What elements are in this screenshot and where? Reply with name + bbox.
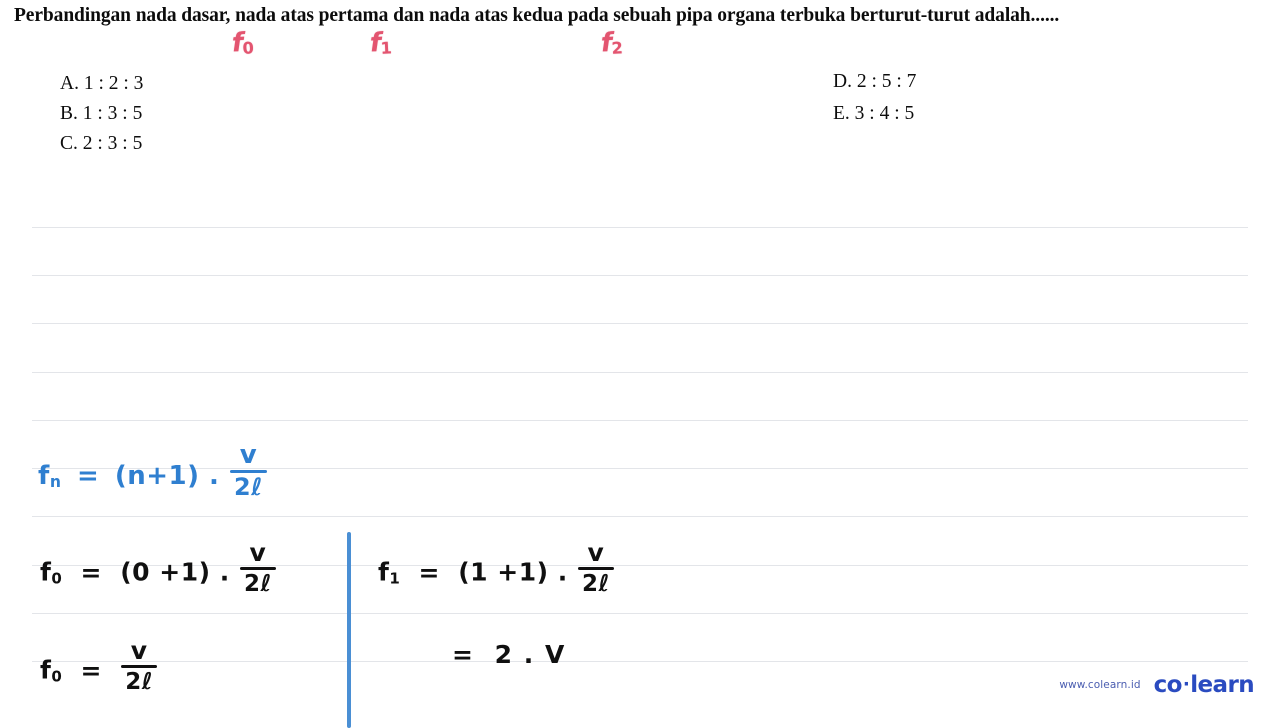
option-b[interactable]: B. 1 : 3 : 5 [60, 99, 143, 129]
colearn-logo: co·learn [1153, 672, 1255, 698]
step-f1-fraction: v 2ℓ [577, 538, 614, 597]
step-f0: f0 = (0 +1) . v 2ℓ [40, 540, 277, 596]
formula-general-numerator: v [239, 440, 258, 470]
formula-general-eq: = [76, 461, 100, 492]
annotation-f0-sub: 0 [242, 38, 255, 58]
result-f0-eq: = [80, 655, 102, 685]
watermark: www.colearn.id co·learn [1059, 672, 1254, 698]
step-f0-numerator: v [249, 538, 267, 567]
worksheet-area: fn = (n+1) . v 2ℓ f0 = (0 +1) . v 2ℓ f0 … [0, 210, 1280, 728]
step-f1-factor: (1 +1) . [458, 557, 568, 587]
step-f0-lhs-sub: 0 [51, 569, 63, 588]
fraction-bar [577, 567, 614, 570]
option-e[interactable]: E. 3 : 4 : 5 [833, 98, 916, 130]
question-stem: Perbandingan nada dasar, nada atas perta… [14, 5, 1060, 26]
rule-line [32, 372, 1248, 373]
step-f1: f1 = (1 +1) . v 2ℓ [378, 540, 615, 596]
step-f0-fraction: v 2ℓ [239, 538, 276, 597]
annotation-f1: f1 [369, 28, 393, 58]
question-area: Perbandingan nada dasar, nada atas perta… [0, 0, 1280, 210]
formula-general-lhs: f [38, 461, 50, 492]
annotation-f1-sub: 1 [380, 38, 393, 58]
annotation-f2-sub: 2 [611, 38, 624, 58]
rule-line [32, 516, 1248, 517]
result-f0-fraction: v 2ℓ [121, 636, 158, 695]
fraction-bar [239, 567, 276, 570]
result-f0: f0 = v 2ℓ [40, 638, 158, 694]
formula-general-fraction: v 2ℓ [230, 442, 267, 500]
options-column-right: D. 2 : 5 : 7 E. 3 : 4 : 5 [833, 66, 916, 130]
result-f0-lhs: f [40, 655, 52, 685]
rule-line [32, 275, 1248, 276]
step-f1-denominator: 2ℓ [581, 571, 610, 597]
formula-general-denominator: 2ℓ [234, 473, 263, 501]
option-a[interactable]: A. 1 : 2 : 3 [60, 69, 143, 99]
step-f1-lhs: f [378, 557, 390, 587]
column-divider [347, 532, 351, 728]
result-f1-value: 2 . V [494, 640, 566, 669]
step-f0-factor: (0 +1) . [120, 557, 230, 587]
annotation-f2: f2 [600, 28, 624, 58]
colearn-logo-second: learn [1190, 672, 1254, 698]
colearn-logo-dot: · [1182, 674, 1190, 696]
step-f1-numerator: v [587, 538, 605, 567]
rule-line [32, 227, 1248, 228]
annotation-f0: f0 [231, 28, 255, 58]
formula-general: fn = (n+1) . v 2ℓ [38, 442, 268, 500]
step-f0-eq: = [80, 557, 102, 587]
step-f0-denominator: 2ℓ [243, 571, 272, 597]
options-column-left: A. 1 : 2 : 3 B. 1 : 3 : 5 C. 2 : 3 : 5 [60, 69, 143, 159]
step-f1-lhs-sub: 1 [389, 569, 401, 588]
watermark-url: www.colearn.id [1059, 679, 1141, 691]
colearn-logo-first: co [1153, 672, 1183, 698]
step-f1-eq: = [418, 557, 440, 587]
formula-general-lhs-sub: n [49, 473, 62, 492]
option-d[interactable]: D. 2 : 5 : 7 [833, 66, 916, 98]
rule-line [32, 661, 1248, 662]
option-c[interactable]: C. 2 : 3 : 5 [60, 129, 143, 159]
rule-line [32, 323, 1248, 324]
fraction-bar [121, 665, 158, 668]
formula-general-factor: (n+1) . [114, 461, 220, 492]
result-f1: = 2 . V [452, 642, 566, 667]
result-f0-denominator: 2ℓ [125, 669, 154, 695]
rule-line [32, 613, 1248, 614]
step-f0-lhs: f [40, 557, 52, 587]
result-f0-numerator: v [130, 636, 148, 665]
result-f1-eq: = [452, 640, 475, 669]
result-f0-lhs-sub: 0 [51, 667, 63, 686]
rule-line [32, 420, 1248, 421]
